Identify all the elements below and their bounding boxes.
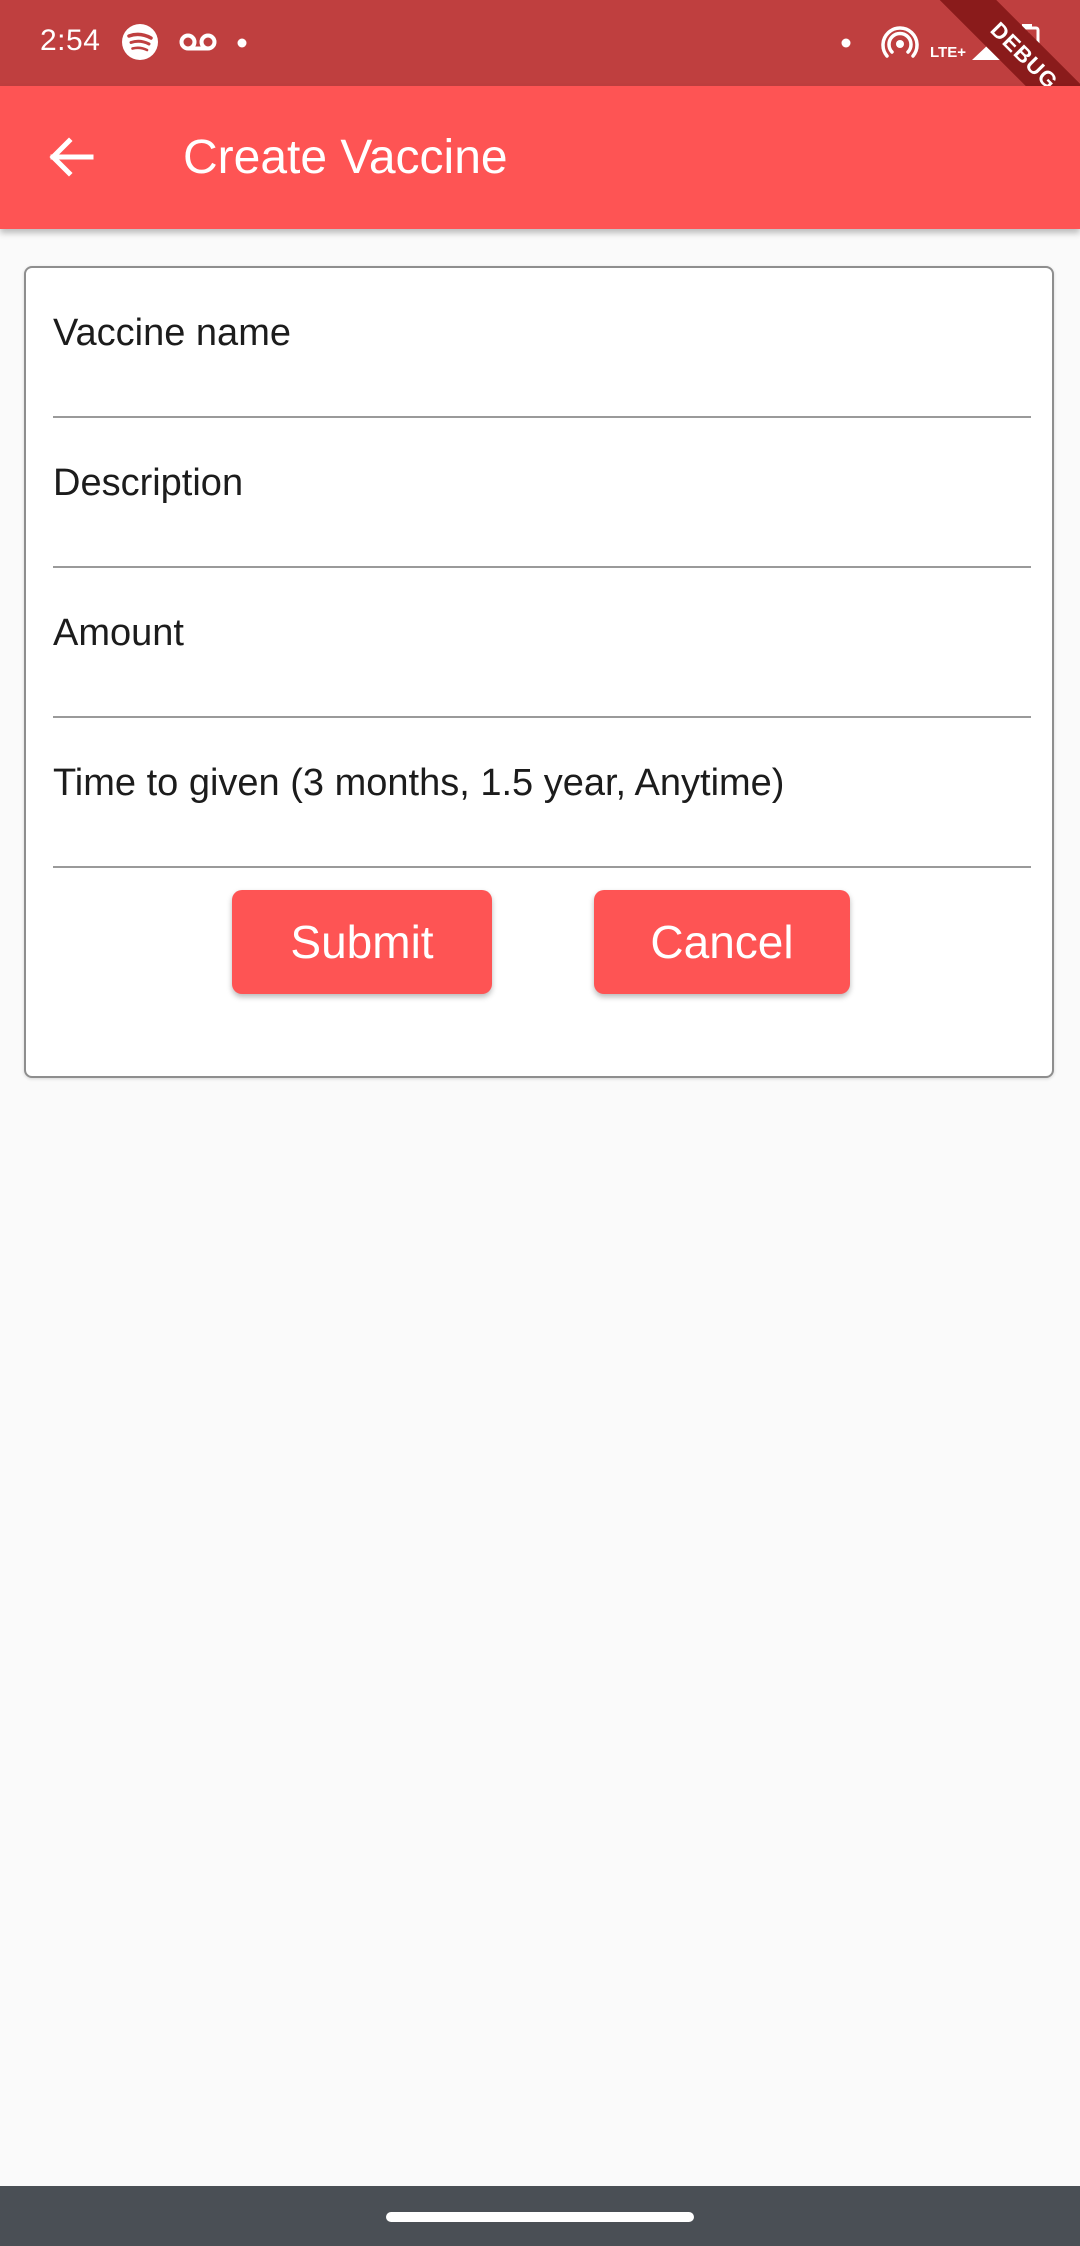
description-field[interactable] — [53, 462, 1031, 505]
description-field-container — [53, 418, 1031, 568]
spotify-icon — [120, 22, 160, 62]
notification-dot-icon — [232, 22, 252, 62]
battery-charging-icon — [1012, 22, 1042, 62]
network-type-label: LTE+ — [930, 44, 966, 61]
time-to-given-field[interactable] — [53, 762, 1031, 805]
back-arrow-icon — [47, 133, 95, 186]
app-bar: Create Vaccine — [0, 86, 1080, 229]
vaccine-name-field[interactable] — [53, 312, 1031, 355]
back-button[interactable] — [36, 124, 106, 194]
page-title: Create Vaccine — [183, 131, 508, 184]
signal-icon — [970, 22, 1010, 62]
vaccine-form-card: Submit Cancel — [24, 266, 1054, 1078]
status-bar: 2:54 LTE+ DEBUG — [0, 0, 1080, 148]
amount-field[interactable] — [53, 612, 1031, 655]
status-time: 2:54 — [40, 24, 101, 57]
system-navigation-bar — [0, 2186, 1080, 2246]
vaccine-name-field-container — [53, 268, 1031, 418]
amount-field-container — [53, 568, 1031, 718]
hotspot-icon — [880, 22, 920, 62]
voicemail-icon — [176, 22, 220, 62]
cancel-button[interactable]: Cancel — [594, 890, 850, 994]
home-gesture-handle[interactable] — [386, 2212, 694, 2222]
time-to-given-field-container — [53, 718, 1031, 868]
notification-dot-icon — [836, 22, 856, 62]
submit-button[interactable]: Submit — [232, 890, 492, 994]
